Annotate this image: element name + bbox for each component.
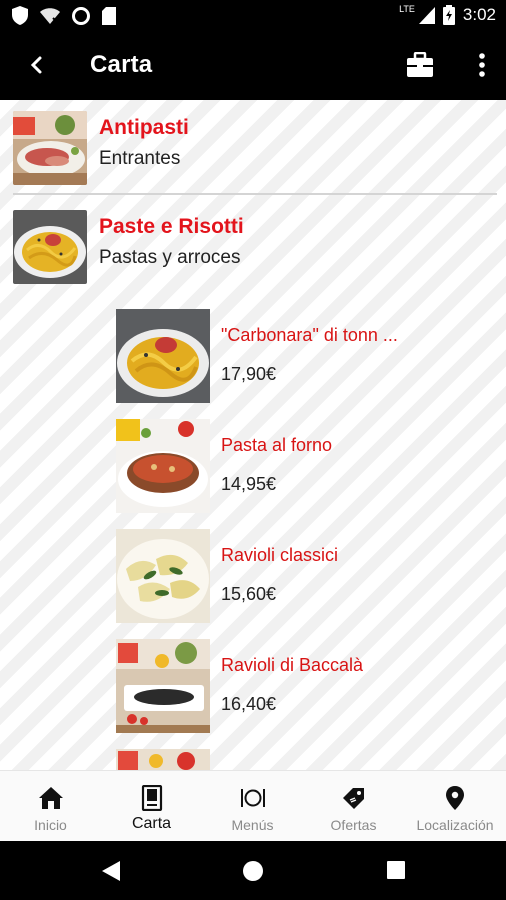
nav-localizacion[interactable]: Localización xyxy=(404,771,506,842)
dish-name: Ravioli di Baccalà xyxy=(221,655,364,675)
menu-card-icon xyxy=(141,785,162,811)
network-type: LTE xyxy=(399,4,415,14)
category-title: Antipasti xyxy=(99,116,189,139)
recents-square-icon[interactable] xyxy=(386,860,406,880)
category-image-paste xyxy=(13,210,87,284)
dish-item[interactable]: "Carbonara" di tonn ... 17,90€ xyxy=(116,309,506,405)
dish-image xyxy=(116,529,210,623)
sync-circle-icon xyxy=(72,6,90,25)
dish-item-partial[interactable] xyxy=(116,749,506,770)
cart-briefcase-icon[interactable] xyxy=(406,52,434,78)
app-bar: Carta xyxy=(0,32,506,100)
nav-ofertas[interactable]: Ofertas xyxy=(303,771,404,842)
home-circle-icon[interactable] xyxy=(242,860,264,882)
offer-tag-icon xyxy=(342,788,364,809)
back-triangle-icon[interactable] xyxy=(101,860,121,882)
nav-label: Inicio xyxy=(34,817,67,833)
sd-card-icon xyxy=(102,6,116,25)
category-paste-e-risotti[interactable]: Paste e Risotti Pastas y arroces xyxy=(0,199,506,299)
clock: 3:02 xyxy=(462,5,496,24)
system-navigation-bar xyxy=(0,841,506,900)
dish-item[interactable]: Ravioli di Baccalà 16,40€ xyxy=(116,639,506,735)
cutlery-plate-icon xyxy=(240,789,265,807)
dish-name: Ravioli classici xyxy=(221,545,339,565)
dish-image xyxy=(116,419,210,513)
category-image-antipasti xyxy=(13,111,87,185)
menu-list: Antipasti Entrantes Paste e Risotti Past… xyxy=(0,100,506,770)
location-pin-icon xyxy=(446,786,464,810)
shield-icon xyxy=(12,6,28,25)
dish-price: 17,90€ xyxy=(221,364,277,384)
wifi-off-icon xyxy=(40,7,60,25)
page-title: Carta xyxy=(90,51,153,78)
nav-label: Carta xyxy=(131,815,172,832)
dish-item[interactable]: Ravioli classici 15,60€ xyxy=(116,529,506,625)
back-arrow-icon[interactable] xyxy=(22,50,52,80)
dish-name: Pasta al forno xyxy=(221,435,333,455)
category-antipasti[interactable]: Antipasti Entrantes xyxy=(0,100,506,200)
dish-image xyxy=(116,639,210,733)
battery-icon xyxy=(442,5,455,25)
dish-price: 14,95€ xyxy=(221,474,277,494)
dish-price: 16,40€ xyxy=(221,694,277,714)
more-options-icon[interactable] xyxy=(476,52,488,78)
nav-label: Localización xyxy=(416,817,494,833)
nav-label: Menús xyxy=(231,817,274,833)
signal-icon xyxy=(418,6,435,24)
bottom-navigation: Inicio Carta Menús Ofertas Localización xyxy=(0,770,506,841)
nav-inicio[interactable]: Inicio xyxy=(0,771,101,842)
nav-carta[interactable]: Carta xyxy=(101,771,202,842)
divider xyxy=(13,193,497,195)
category-subtitle: Pastas y arroces xyxy=(99,247,241,268)
category-subtitle: Entrantes xyxy=(99,148,181,169)
dish-price: 15,60€ xyxy=(221,584,277,604)
category-title: Paste e Risotti xyxy=(99,215,244,238)
status-bar: LTE 3:02 xyxy=(0,0,506,32)
home-icon xyxy=(38,787,63,809)
nav-label: Ofertas xyxy=(330,817,377,833)
dish-image xyxy=(116,309,210,403)
dish-name: "Carbonara" di tonn ... xyxy=(221,325,398,345)
dish-item[interactable]: Pasta al forno 14,95€ xyxy=(116,419,506,515)
dish-image xyxy=(116,749,210,770)
nav-menus[interactable]: Menús xyxy=(202,771,303,842)
